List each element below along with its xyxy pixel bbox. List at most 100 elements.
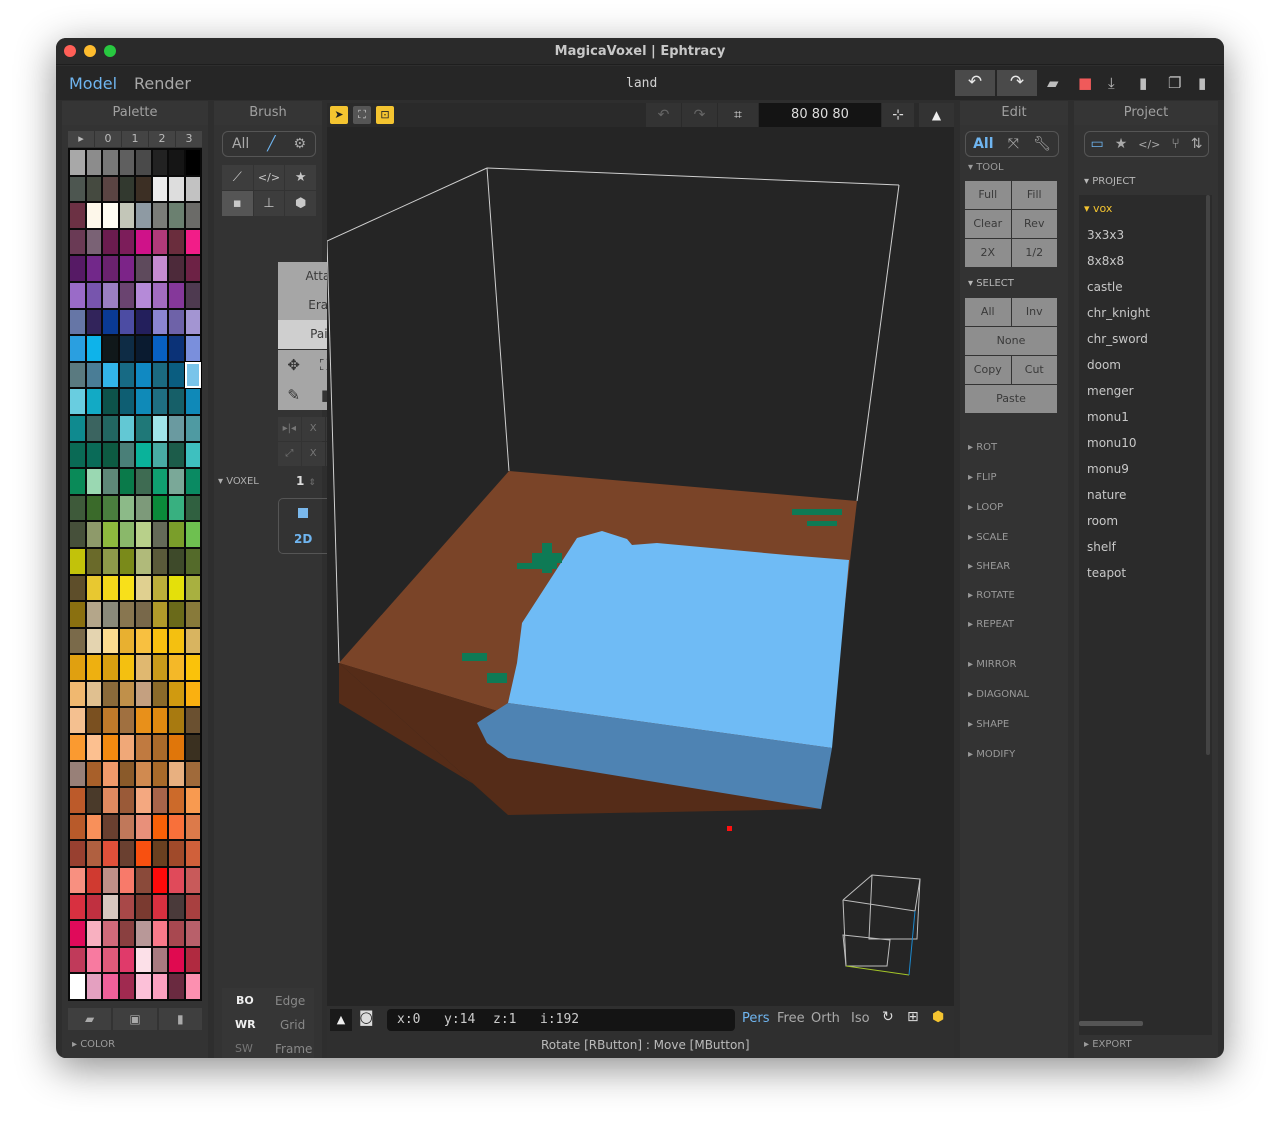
- palette-swatch[interactable]: [152, 362, 167, 388]
- palette-swatch[interactable]: [103, 788, 118, 813]
- palette-swatch[interactable]: [152, 389, 167, 414]
- palette-swatch[interactable]: [169, 575, 184, 601]
- palette-swatch[interactable]: [152, 628, 167, 654]
- palette-swatch[interactable]: [185, 841, 200, 867]
- palette-swatch[interactable]: [86, 868, 101, 893]
- crop-icon[interactable]: ⌗: [718, 103, 758, 127]
- pointer-tool-icon[interactable]: ➤: [330, 106, 348, 124]
- project-item[interactable]: room: [1087, 514, 1118, 528]
- face-icon[interactable]: ⊥: [253, 191, 285, 216]
- palette-swatch[interactable]: [136, 336, 151, 361]
- save-icon[interactable]: ■: [1078, 74, 1092, 92]
- palette-swatch[interactable]: [136, 814, 151, 840]
- palette-swatch[interactable]: [119, 761, 134, 787]
- palette-swatch[interactable]: [185, 548, 200, 574]
- palette-swatch[interactable]: [152, 495, 167, 521]
- grid-view-icon[interactable]: ⊞: [907, 1009, 919, 1025]
- save-palette-icon[interactable]: ▣: [113, 1008, 157, 1030]
- palette-swatch[interactable]: [86, 974, 101, 999]
- project-item[interactable]: teapot: [1087, 566, 1126, 580]
- palette-swatch[interactable]: [136, 868, 151, 893]
- edit-section-rotate[interactable]: ▸ ROTATE: [968, 590, 1015, 601]
- folder-icon[interactable]: ▭: [1090, 136, 1103, 152]
- palette-swatch[interactable]: [152, 655, 167, 680]
- palette-swatch[interactable]: [119, 841, 134, 867]
- palette-swatch[interactable]: [185, 522, 200, 547]
- palette-play-button[interactable]: ▸: [68, 131, 94, 147]
- palette-swatch[interactable]: [184, 361, 201, 389]
- palette-swatch[interactable]: [185, 655, 200, 680]
- sort-icon[interactable]: ⇅: [1191, 136, 1203, 152]
- new-palette-icon[interactable]: ▮: [158, 1008, 202, 1030]
- palette-swatch[interactable]: [185, 602, 200, 627]
- project-item[interactable]: monu1: [1087, 410, 1129, 424]
- palette-swatch[interactable]: [185, 282, 200, 308]
- palette-swatch[interactable]: [136, 628, 151, 654]
- palette-swatch[interactable]: [119, 974, 134, 999]
- brush-filter-all[interactable]: All: [232, 136, 249, 152]
- edit-section-shape[interactable]: ▸ SHAPE: [968, 719, 1009, 730]
- delete-icon[interactable]: ▮: [1198, 74, 1206, 92]
- palette-swatch[interactable]: [86, 176, 101, 202]
- palette-swatch[interactable]: [86, 309, 101, 335]
- palette-swatch[interactable]: [70, 761, 85, 787]
- palette-swatch[interactable]: [86, 336, 101, 361]
- vox-folder[interactable]: ▾ vox: [1084, 202, 1112, 215]
- palette-swatch[interactable]: [70, 735, 85, 760]
- palette-swatch[interactable]: [119, 203, 134, 228]
- edit-section-loop[interactable]: ▸ LOOP: [968, 502, 1003, 513]
- palette-swatch[interactable]: [70, 681, 85, 707]
- duplicate-icon[interactable]: ❐: [1168, 74, 1181, 92]
- select-section[interactable]: ▾ SELECT: [968, 278, 1014, 289]
- palette-swatch[interactable]: [70, 336, 85, 361]
- folder-open-icon[interactable]: ▰: [1047, 74, 1059, 92]
- palette-swatch[interactable]: [169, 628, 184, 654]
- palette-swatch[interactable]: [86, 229, 101, 255]
- palette-swatch[interactable]: [103, 522, 118, 547]
- scene-redo-button[interactable]: ↷: [682, 103, 717, 127]
- palette-swatch[interactable]: [136, 282, 151, 308]
- palette-swatch[interactable]: [119, 947, 134, 973]
- palette-swatch[interactable]: [70, 947, 85, 973]
- palette-swatch[interactable]: [86, 788, 101, 813]
- star-icon[interactable]: ★: [1115, 136, 1128, 152]
- edit-section-scale[interactable]: ▸ SCALE: [968, 532, 1008, 543]
- palette-swatch[interactable]: [86, 362, 101, 388]
- palette-swatch[interactable]: [103, 708, 118, 734]
- collapse-up-icon[interactable]: ▲: [919, 103, 954, 127]
- palette-swatch[interactable]: [169, 469, 184, 494]
- brush-icon[interactable]: ╱: [267, 136, 275, 152]
- copy-button[interactable]: Copy: [965, 356, 1011, 384]
- palette-swatch[interactable]: [86, 655, 101, 680]
- edit-section-repeat[interactable]: ▸ REPEAT: [968, 619, 1014, 630]
- line-icon[interactable]: ⟋: [222, 165, 253, 190]
- voxel-size-stepper[interactable]: 1 ⇕: [296, 474, 316, 488]
- color-section[interactable]: ▸ COLOR: [72, 1039, 115, 1050]
- palette-swatch[interactable]: [152, 522, 167, 547]
- palette-swatch[interactable]: [169, 788, 184, 813]
- palette-swatch[interactable]: [103, 229, 118, 255]
- palette-swatch[interactable]: [119, 469, 134, 494]
- palette-swatch[interactable]: [70, 495, 85, 521]
- palette-swatch[interactable]: [185, 176, 200, 202]
- palette-swatch[interactable]: [70, 256, 85, 281]
- palette-swatch[interactable]: [169, 974, 184, 999]
- palette-swatch[interactable]: [185, 336, 200, 361]
- palette-swatch[interactable]: [136, 894, 151, 920]
- palette-swatch[interactable]: [70, 203, 85, 228]
- palette-swatch[interactable]: [119, 176, 134, 202]
- view-pers[interactable]: Pers: [742, 1011, 770, 1026]
- palette-swatch[interactable]: [169, 282, 184, 308]
- full-button[interactable]: Full: [965, 181, 1011, 209]
- palette-swatch[interactable]: [70, 282, 85, 308]
- palette-swatch[interactable]: [185, 628, 200, 654]
- palette-swatch[interactable]: [152, 229, 167, 255]
- palette-swatch[interactable]: [86, 203, 101, 228]
- palette-swatch[interactable]: [152, 469, 167, 494]
- palette-swatch[interactable]: [185, 735, 200, 760]
- palette-swatch[interactable]: [86, 921, 101, 946]
- rev-button[interactable]: Rev: [1011, 210, 1057, 238]
- palette-swatch[interactable]: [119, 655, 134, 680]
- palette-swatch[interactable]: [136, 176, 151, 202]
- palette-swatch[interactable]: [169, 362, 184, 388]
